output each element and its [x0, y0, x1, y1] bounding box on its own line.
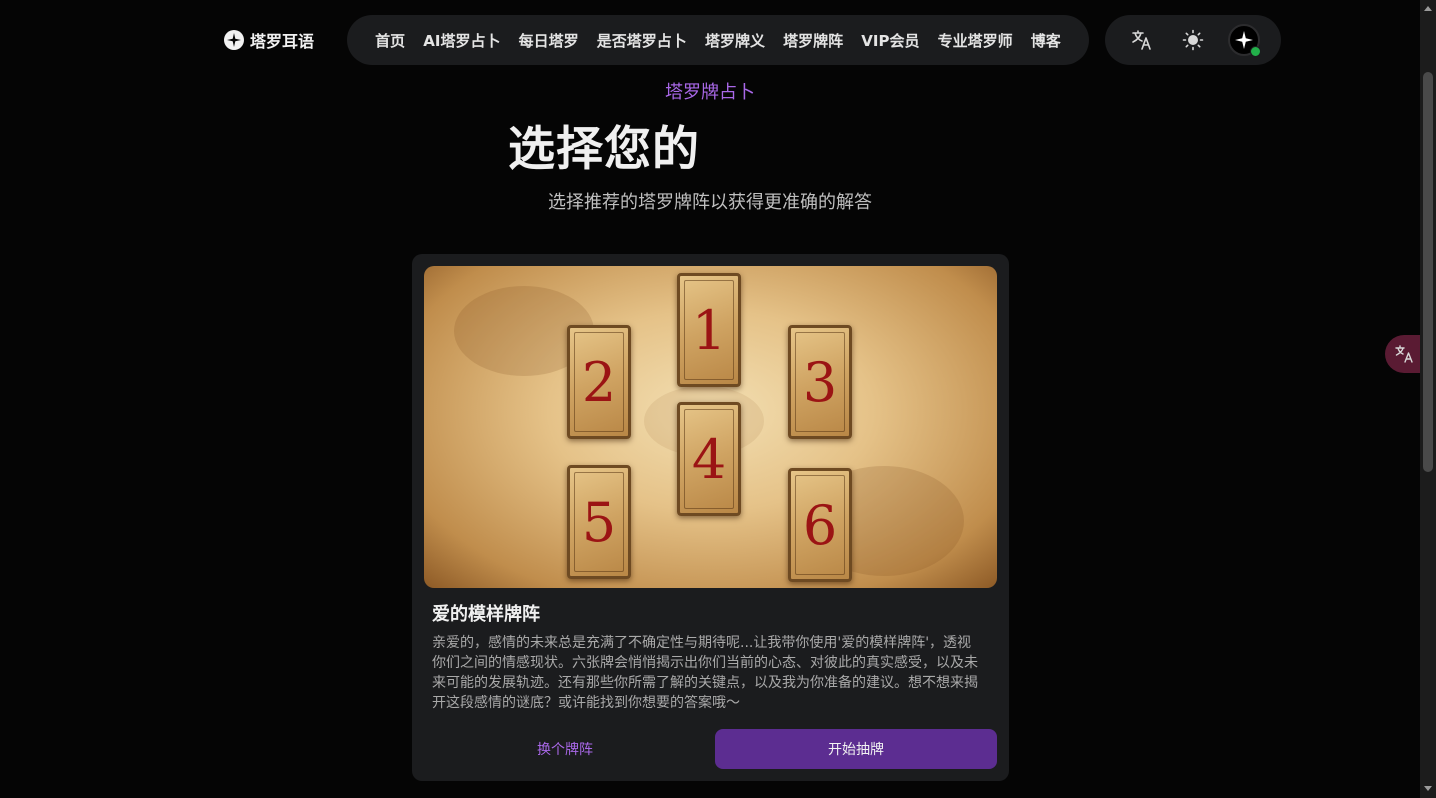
main-nav: 首页 AI塔罗占卜 每日塔罗 是否塔罗占卜 塔罗牌义 塔罗牌阵 VIP会员 专业… [347, 15, 1089, 65]
scroll-up-arrow-icon[interactable] [1424, 6, 1432, 11]
sun-icon [1182, 29, 1204, 51]
nav-item-home[interactable]: 首页 [375, 30, 405, 51]
spread-position-card: 5 [567, 465, 631, 579]
nav-item-ai-tarot[interactable]: AI塔罗占卜 [423, 30, 500, 51]
spread-position-card: 6 [788, 468, 852, 582]
nav-item-blog[interactable]: 博客 [1031, 30, 1061, 51]
spread-title: 爱的模样牌阵 [432, 604, 540, 625]
online-status-dot [1249, 46, 1261, 57]
spread-position-card: 1 [677, 273, 741, 387]
language-button[interactable] [1125, 23, 1159, 57]
start-drawing-button[interactable]: 开始抽牌 [715, 729, 997, 769]
spread-position-card: 2 [567, 325, 631, 439]
spread-position-number: 2 [581, 350, 617, 414]
spread-description: 亲爱的，感情的未来总是充满了不确定性与期待呢...让我带你使用'爱的模样牌阵'，… [432, 635, 978, 711]
theme-toggle-button[interactable] [1176, 23, 1210, 57]
spread-position-card: 3 [788, 325, 852, 439]
section-eyebrow: 塔罗牌占卜 [665, 82, 755, 103]
spread-card: 1 2 3 4 5 6 爱的模样牌阵 亲爱的，感情的未来总是充满了不确定性与期待… [412, 254, 1009, 781]
page-title: 选择您的 [508, 122, 700, 177]
nav-item-card-meanings[interactable]: 塔罗牌义 [705, 30, 765, 51]
nav-item-yes-no-tarot[interactable]: 是否塔罗占卜 [597, 30, 687, 51]
floating-translate-button[interactable] [1385, 335, 1425, 373]
spread-position-number: 5 [581, 490, 617, 554]
page-subtitle: 选择推荐的塔罗牌阵以获得更准确的解答 [548, 192, 872, 213]
spread-position-number: 1 [691, 298, 727, 362]
avatar [1227, 24, 1261, 57]
sparkle-icon [1234, 31, 1253, 49]
nav-item-spreads[interactable]: 塔罗牌阵 [783, 30, 843, 51]
spread-position-number: 4 [691, 427, 727, 491]
scroll-down-arrow-icon[interactable] [1424, 786, 1432, 791]
brand-logo-link[interactable]: 塔罗耳语 [224, 28, 314, 52]
user-avatar-button[interactable] [1227, 23, 1261, 57]
spread-layout-image: 1 2 3 4 5 6 [424, 266, 997, 588]
translate-icon [1132, 30, 1152, 50]
spread-position-card: 4 [677, 402, 741, 516]
scrollbar-thumb[interactable] [1423, 72, 1433, 472]
header-tools [1105, 15, 1281, 65]
brand-name: 塔罗耳语 [250, 32, 315, 51]
spread-position-number: 6 [802, 493, 838, 557]
nav-item-daily-tarot[interactable]: 每日塔罗 [519, 30, 579, 51]
spread-position-number: 3 [802, 350, 838, 414]
nav-item-pro-readers[interactable]: 专业塔罗师 [938, 30, 1013, 51]
translate-icon [1395, 345, 1413, 363]
nav-item-vip[interactable]: VIP会员 [861, 30, 919, 51]
sparkle-plus-icon [224, 30, 244, 50]
change-spread-button[interactable]: 换个牌阵 [424, 729, 706, 769]
